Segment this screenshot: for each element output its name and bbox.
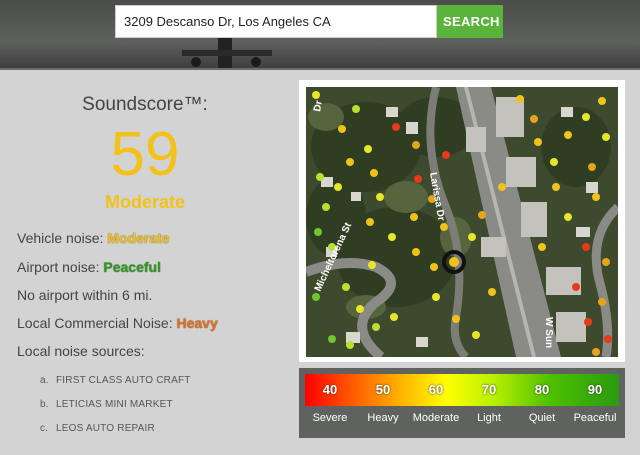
street-label-w-sun: W Sun: [543, 317, 554, 348]
legend-value: 80: [534, 382, 550, 397]
legend-value: 70: [481, 382, 497, 397]
soundscore-rating: Moderate: [104, 192, 185, 212]
soundscore-value: 59: [110, 120, 180, 189]
search-bar: SEARCH: [115, 5, 503, 38]
street-label-dr: Dr: [312, 100, 325, 113]
airport-noise-label: Airport noise:: [17, 259, 100, 275]
commercial-noise-label: Local Commercial Noise:: [17, 315, 173, 331]
map-frame: Larissa Dr Micheltorena St W Sun Dr: [299, 80, 625, 362]
legend-value: 40: [322, 382, 338, 397]
address-search-input[interactable]: [115, 5, 437, 38]
noise-map[interactable]: Larissa Dr Micheltorena St W Sun Dr: [306, 87, 618, 357]
commercial-noise-row: Local Commercial Noise: Heavy: [17, 315, 218, 331]
noise-source-item[interactable]: b. LETICIAS MINI MARKET: [40, 399, 173, 410]
legend-label: Light: [477, 412, 501, 424]
noise-source-item[interactable]: c. LEOS AUTO REPAIR: [40, 423, 155, 434]
airport-distance: No airport within 6 mi.: [17, 287, 153, 303]
legend-label: Quiet: [528, 412, 556, 424]
legend-value: 90: [587, 382, 603, 397]
airport-noise-row: Airport noise: Peaceful: [17, 259, 161, 275]
airport-noise-value: Peaceful: [103, 259, 161, 275]
legend-label: Severe: [312, 412, 348, 424]
results-panel: Soundscore™: 59 Moderate Vehicle noise: …: [0, 68, 640, 455]
legend-label: Peaceful: [573, 412, 617, 424]
noise-source-index: a.: [40, 375, 49, 386]
vehicle-noise-value: Moderate: [107, 230, 170, 246]
legend-value: 50: [375, 382, 391, 397]
airplane-icon: [182, 38, 272, 68]
legend-label: Heavy: [367, 412, 399, 424]
soundscore-summary: Soundscore™: 59 Moderate Vehicle noise: …: [0, 70, 290, 455]
noise-legend: 40 50 60 70 80 90 Severe Heavy Moderate …: [299, 368, 625, 438]
noise-source-index: c.: [40, 423, 49, 434]
search-button[interactable]: SEARCH: [437, 5, 503, 38]
vehicle-noise-row: Vehicle noise: Moderate: [17, 230, 170, 246]
noise-source-index: b.: [40, 399, 49, 410]
commercial-noise-value: Heavy: [176, 315, 218, 331]
legend-gradient-bar: [305, 374, 619, 406]
soundscore-title: Soundscore™:: [82, 94, 208, 115]
noise-source-item[interactable]: a. FIRST CLASS AUTO CRAFT: [40, 375, 191, 386]
noise-source-name: LETICIAS MINI MARKET: [55, 399, 173, 410]
noise-source-name: LEOS AUTO REPAIR: [55, 423, 155, 434]
vehicle-noise-label: Vehicle noise:: [17, 230, 104, 246]
legend-label: Moderate: [412, 412, 460, 424]
noise-sources-heading: Local noise sources:: [17, 343, 145, 359]
legend-value: 60: [428, 382, 444, 397]
map-satellite-view[interactable]: Larissa Dr Micheltorena St W Sun Dr: [306, 87, 618, 357]
noise-source-name: FIRST CLASS AUTO CRAFT: [55, 375, 191, 386]
